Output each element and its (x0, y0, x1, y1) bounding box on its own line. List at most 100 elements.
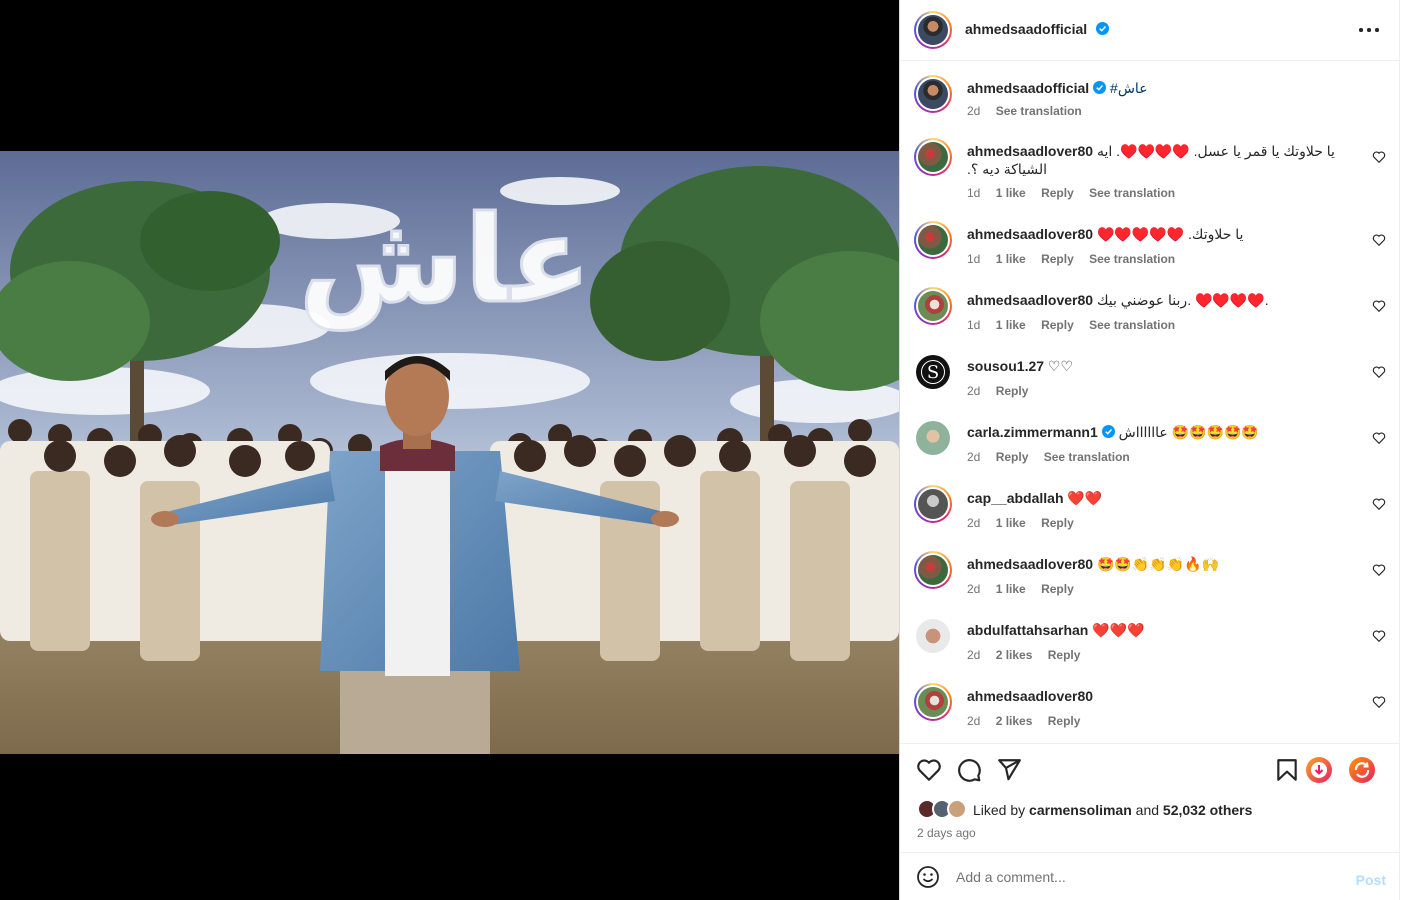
save-bookmark-icon[interactable] (1274, 757, 1300, 783)
comment-username[interactable]: cap__abdallah (967, 490, 1064, 506)
owner-avatar[interactable] (914, 11, 952, 49)
comment-reply-button[interactable]: Reply (1048, 714, 1081, 728)
caption-avatar[interactable] (914, 75, 952, 113)
comment-item: ahmedsaadlover80 ربنا عوضني بيك. ♥️♥️♥️♥… (900, 287, 1400, 337)
comment-body: عااااااش 🤩🤩🤩🤩🤩 (1118, 424, 1259, 440)
extension-download-icon[interactable] (1305, 756, 1333, 784)
comment-username[interactable]: ahmedsaadlover80 (967, 688, 1093, 704)
caption: ahmedsaadofficial #عاش 2d See translatio… (900, 75, 1400, 135)
caption-see-translation[interactable]: See translation (996, 104, 1082, 118)
comment-like-heart-icon[interactable] (1372, 150, 1386, 164)
comment-text: ahmedsaadlover80 ربنا عوضني بيك. ♥️♥️♥️♥… (967, 291, 1360, 309)
comment-time: 2d (967, 516, 981, 530)
comment-like-count[interactable]: 1 like (996, 582, 1026, 596)
caption-hashtag[interactable]: #عاش (1110, 80, 1148, 96)
comment-item: abdulfattahsarhan ❤️❤️❤️ 2d 2 likes Repl… (900, 617, 1400, 667)
comment-like-heart-icon[interactable] (1372, 365, 1386, 379)
comment-avatar[interactable]: S (916, 355, 950, 389)
comment-username[interactable]: sousou1.27 (967, 358, 1044, 374)
comment-reply-button[interactable]: Reply (996, 384, 1029, 398)
more-options-icon[interactable] (1358, 20, 1382, 40)
comment-username[interactable]: ahmedsaadlover80 (967, 143, 1093, 159)
comment-time: 2d (967, 582, 981, 596)
add-comment-bar: Post (900, 852, 1400, 900)
comment-like-heart-icon[interactable] (1372, 233, 1386, 247)
owner-username[interactable]: ahmedsaadofficial (965, 21, 1087, 37)
comment-avatar[interactable] (916, 619, 950, 653)
caption-username[interactable]: ahmedsaadofficial (967, 80, 1089, 96)
comment-avatar[interactable] (914, 221, 952, 259)
comment-time: 2d (967, 648, 981, 662)
extension-repost-icon[interactable] (1348, 756, 1376, 784)
comment-like-heart-icon[interactable] (1372, 431, 1386, 445)
post-timestamp[interactable]: 2 days ago (917, 826, 976, 840)
comment-reply-button[interactable]: Reply (1041, 582, 1074, 596)
comment-like-count[interactable]: 1 like (996, 252, 1026, 266)
comment-username[interactable]: ahmedsaadlover80 (967, 556, 1093, 572)
liked-by-and: and (1135, 802, 1160, 818)
comment-like-heart-icon[interactable] (1372, 695, 1386, 709)
comment-reply-button[interactable]: Reply (1041, 252, 1074, 266)
verified-badge-icon (1093, 81, 1107, 94)
comment-text: abdulfattahsarhan ❤️❤️❤️ (967, 621, 1360, 639)
comment-username[interactable]: abdulfattahsarhan (967, 622, 1088, 638)
comment-like-heart-icon[interactable] (1372, 629, 1386, 643)
comment-like-count[interactable]: 1 like (996, 516, 1026, 530)
comment-text: ahmedsaadlover80 ♥️♥️♥️♥️♥️ .يا حلاوتك (967, 225, 1360, 243)
comment-meta: 2d Reply (967, 384, 1040, 398)
comment-time: 1d (967, 252, 981, 266)
comment-like-count[interactable]: 2 likes (996, 714, 1033, 728)
comment-like-heart-icon[interactable] (1372, 299, 1386, 313)
comment-text: ahmedsaadlover80 يا حلاوتك يا قمر يا عسل… (967, 142, 1360, 178)
comment-avatar[interactable] (914, 485, 952, 523)
comment-avatar[interactable] (914, 551, 952, 589)
comment-like-count[interactable]: 1 like (996, 186, 1026, 200)
comment-avatar[interactable] (916, 421, 950, 455)
share-send-icon[interactable] (996, 757, 1022, 783)
caption-time: 2d (967, 104, 981, 118)
comment-body: ❤️❤️ (1067, 490, 1103, 506)
comment-like-heart-icon[interactable] (1372, 563, 1386, 577)
comment-reply-button[interactable]: Reply (1041, 516, 1074, 530)
comment-text: ahmedsaadlover80 🤩🤩👏👏👏🔥🙌 (967, 555, 1360, 573)
like-heart-icon[interactable] (916, 757, 942, 783)
likers-avatars[interactable] (917, 799, 969, 821)
comment-time: 2d (967, 384, 981, 398)
emoji-smiley-icon[interactable] (916, 865, 940, 889)
comment-reply-button[interactable]: Reply (1041, 318, 1074, 332)
comment-like-heart-icon[interactable] (1372, 497, 1386, 511)
comment-see-translation[interactable]: See translation (1089, 318, 1175, 332)
comment-bubble-icon[interactable] (956, 757, 982, 783)
liked-by-first-user[interactable]: carmensoliman (1029, 802, 1132, 818)
post-header: ahmedsaadofficial (900, 0, 1400, 61)
comment-input[interactable] (956, 865, 1336, 889)
comment-see-translation[interactable]: See translation (1089, 252, 1175, 266)
comment-like-count[interactable]: 2 likes (996, 648, 1033, 662)
caption-meta: 2d See translation (967, 104, 1094, 118)
comment-meta: 1d 1 like Reply See translation (967, 318, 1187, 332)
post-sidebar: ahmedsaadofficial ahmedsaadofficial #عاش… (899, 0, 1400, 900)
comment-item: ahmedsaadlover80 يا حلاوتك يا قمر يا عسل… (900, 138, 1400, 202)
liked-by-others[interactable]: 52,032 others (1163, 802, 1253, 818)
comment-username[interactable]: ahmedsaadlover80 (967, 292, 1093, 308)
comment-reply-button[interactable]: Reply (996, 450, 1029, 464)
comment-avatar[interactable] (914, 683, 952, 721)
comment-avatar[interactable] (914, 138, 952, 176)
comment-reply-button[interactable]: Reply (1048, 648, 1081, 662)
comment-meta: 2d 1 like Reply (967, 516, 1086, 530)
post-comment-button[interactable]: Post (1356, 872, 1386, 888)
comment-see-translation[interactable]: See translation (1089, 186, 1175, 200)
comment-like-count[interactable]: 1 like (996, 318, 1026, 332)
post-photo[interactable]: عاش (0, 151, 899, 754)
comments-list[interactable]: ahmedsaadofficial #عاش 2d See translatio… (900, 61, 1400, 743)
verified-badge-icon (1095, 22, 1109, 35)
window-right-edge (1399, 0, 1403, 900)
comment-meta: 2d Reply See translation (967, 450, 1142, 464)
comment-time: 2d (967, 714, 981, 728)
comment-item: S sousou1.27 ♡♡ 2d Reply (900, 353, 1400, 403)
comment-username[interactable]: carla.zimmermann1 (967, 424, 1098, 440)
comment-avatar[interactable] (914, 287, 952, 325)
comment-see-translation[interactable]: See translation (1044, 450, 1130, 464)
comment-username[interactable]: ahmedsaadlover80 (967, 226, 1093, 242)
comment-reply-button[interactable]: Reply (1041, 186, 1074, 200)
